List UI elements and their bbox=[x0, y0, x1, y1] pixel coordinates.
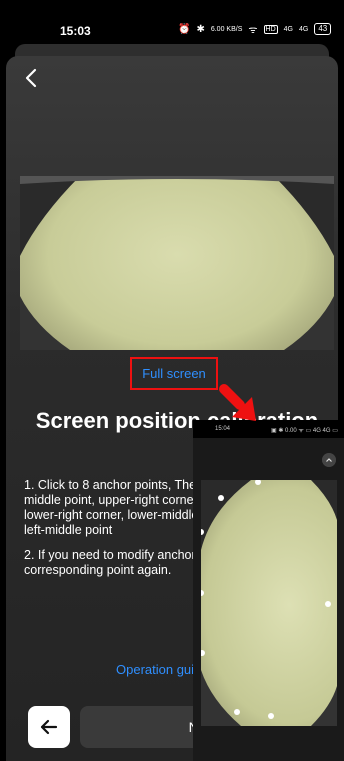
status-time: 15:03 bbox=[60, 24, 91, 38]
alarm-icon: ⏰ bbox=[178, 23, 191, 35]
back-button[interactable] bbox=[28, 706, 70, 748]
chevron-left-icon[interactable] bbox=[20, 66, 44, 90]
camera-preview bbox=[20, 176, 334, 350]
fisheye-image bbox=[20, 176, 334, 350]
anchor-point bbox=[234, 709, 240, 715]
anchor-point bbox=[268, 713, 274, 719]
bluetooth-icon: ✱ bbox=[196, 23, 205, 35]
status-icons: ⏰ ✱ 6.00 KB/S ᯤ HD 4G 4G 43 bbox=[178, 22, 332, 36]
inset-fisheye-image bbox=[201, 480, 337, 726]
chevron-up-icon[interactable] bbox=[322, 453, 336, 467]
arrow-left-icon bbox=[40, 719, 58, 735]
inset-camera-preview bbox=[201, 480, 337, 726]
signal-1: 4G bbox=[283, 25, 293, 33]
pointer-arrow-icon bbox=[219, 384, 256, 421]
battery-icon: 43 bbox=[314, 23, 332, 35]
net-speed: 6.00 KB/S bbox=[210, 25, 243, 33]
wifi-icon: ᯤ bbox=[248, 25, 258, 36]
fullscreen-button[interactable]: Full screen bbox=[132, 359, 216, 388]
inset-status-icons: ▣ ✱ 0.00 ᯤ ▭ 4G 4G ▭ bbox=[271, 428, 338, 434]
hd-badge: HD bbox=[263, 24, 278, 34]
fullscreen-highlight: Full screen bbox=[130, 357, 218, 390]
signal-2: 4G bbox=[298, 25, 309, 33]
anchor-point bbox=[218, 495, 224, 501]
anchor-point bbox=[325, 601, 331, 607]
fullscreen-inset: 15:04 ▣ ✱ 0.00 ᯤ ▭ 4G 4G ▭ bbox=[193, 420, 344, 761]
status-bar: 15:03 ⏰ ✱ 6.00 KB/S ᯤ HD 4G 4G 43 bbox=[0, 0, 344, 44]
